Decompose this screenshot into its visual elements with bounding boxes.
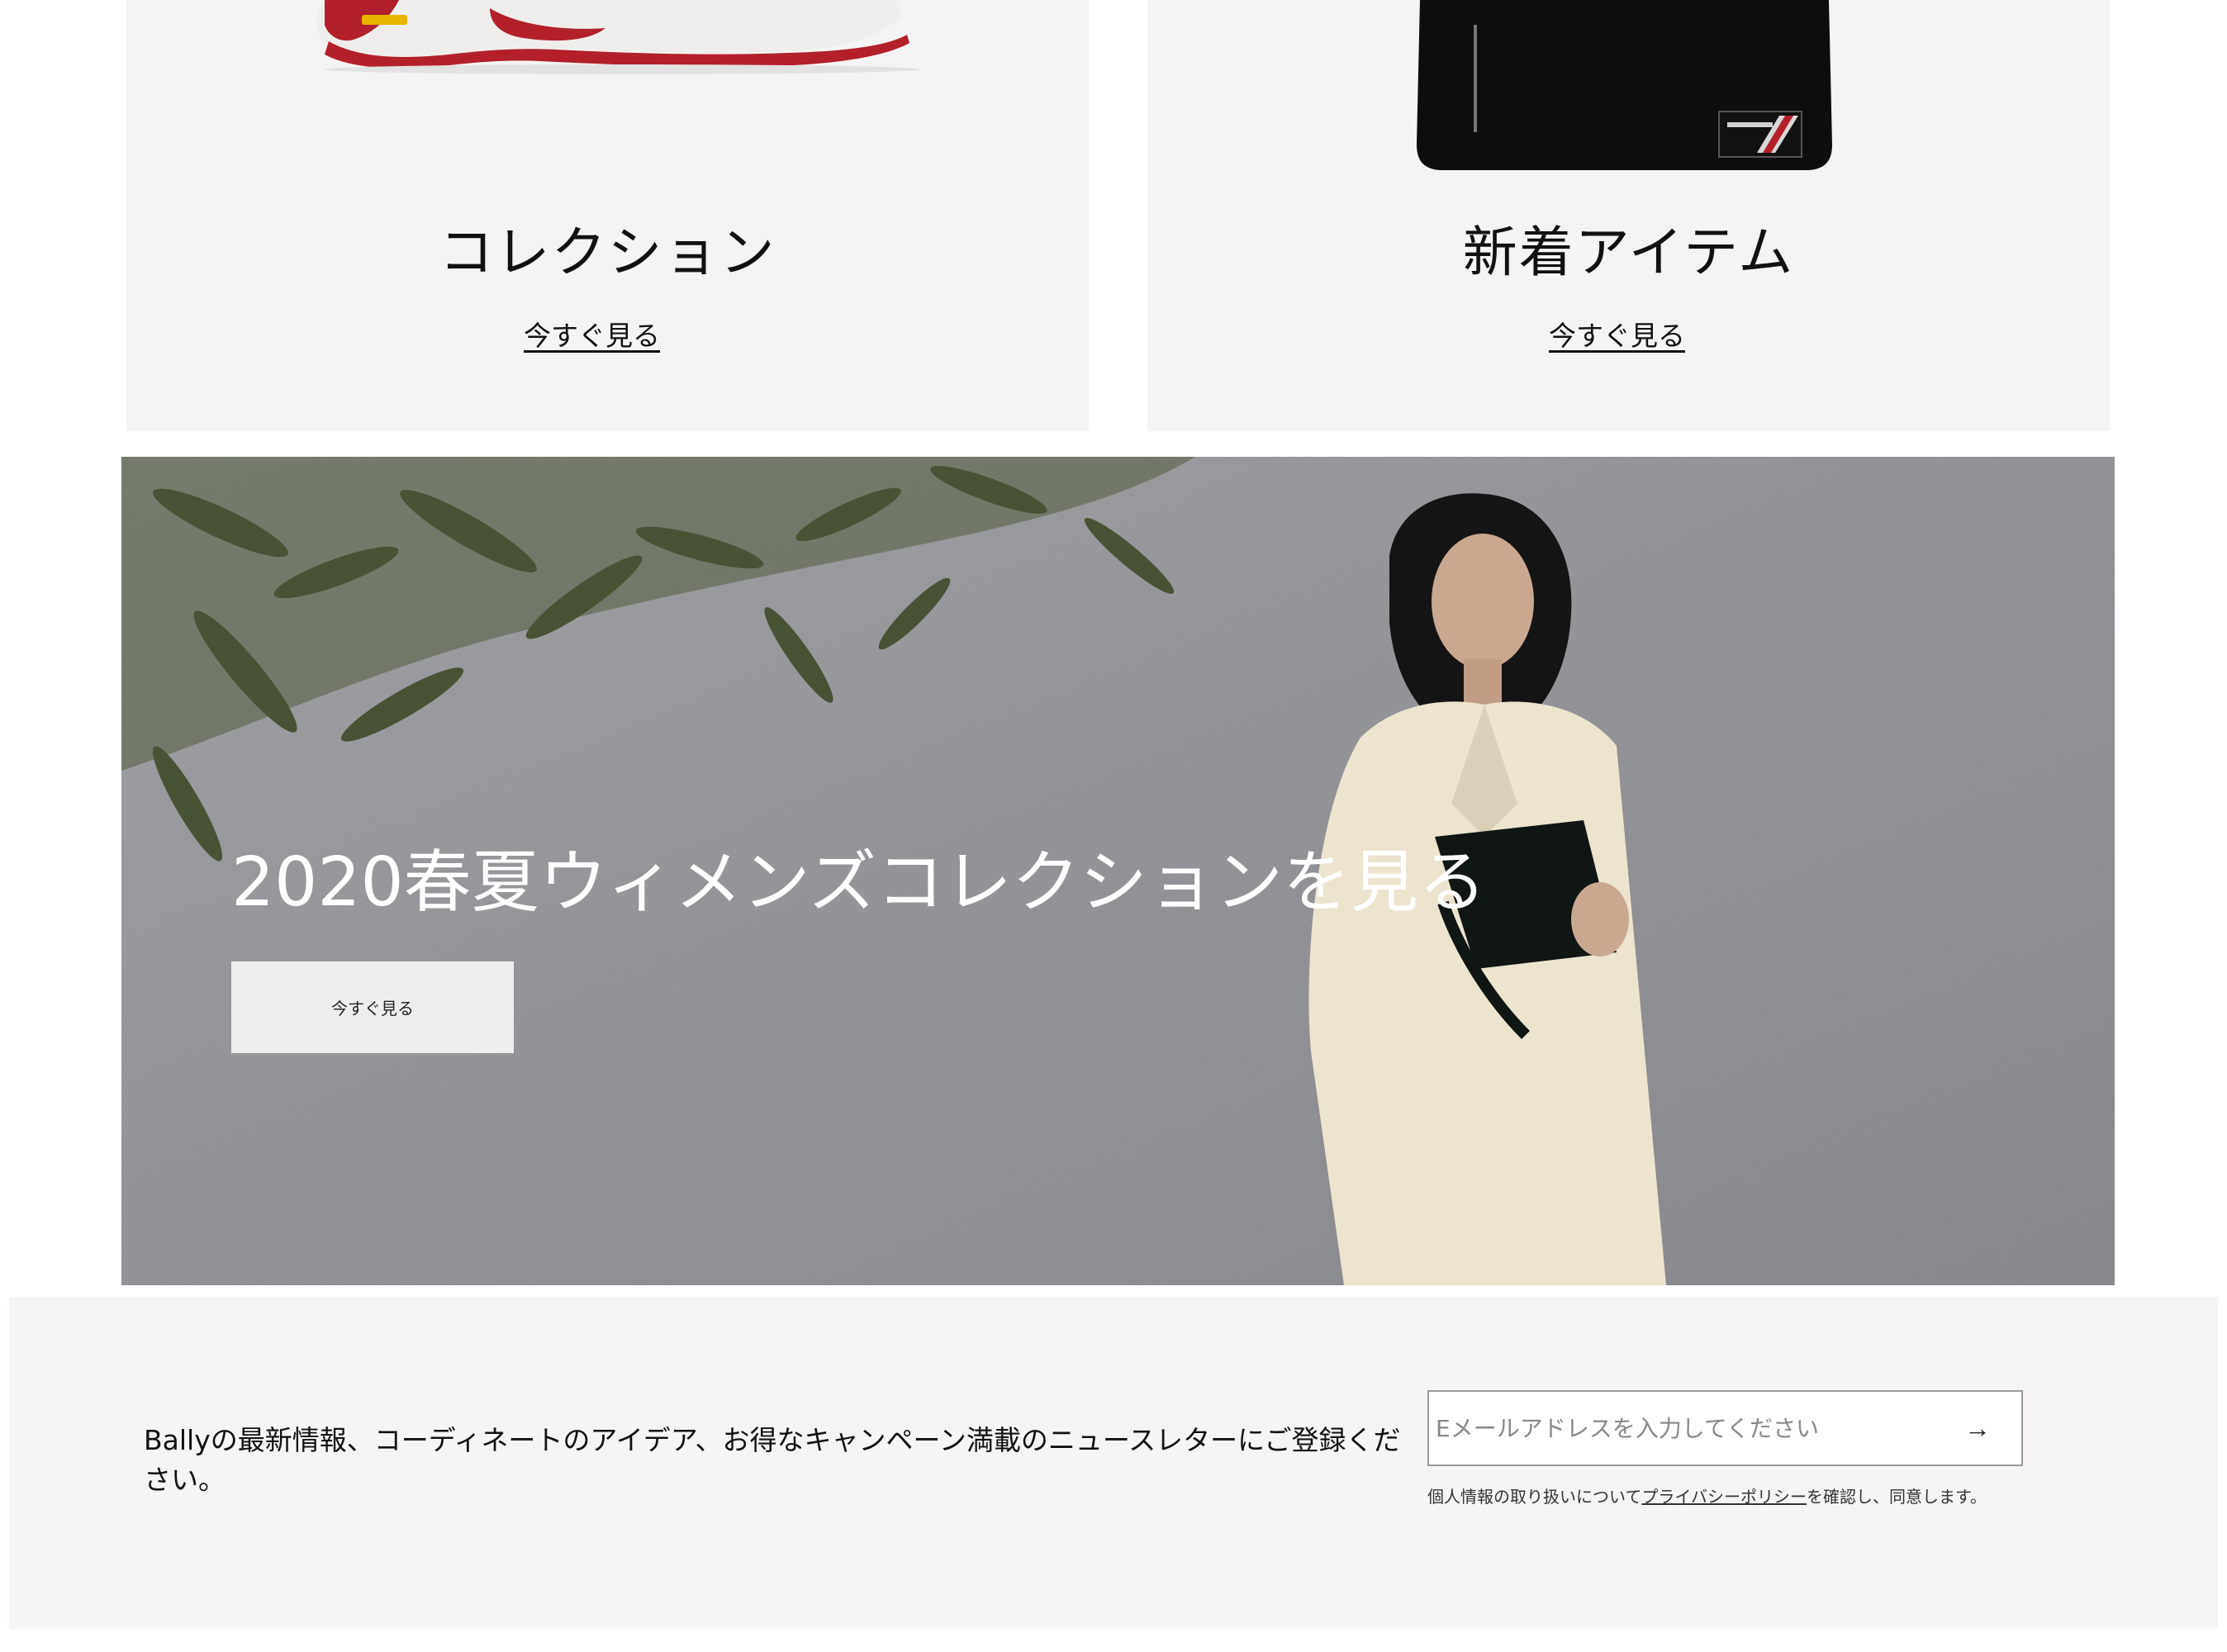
- tote-bag-image: [1417, 0, 1832, 170]
- email-form: →: [1427, 1390, 2023, 1466]
- card-title: コレクション: [439, 221, 776, 284]
- newsletter-description: Ballyの最新情報、コーディネートのアイデア、お得なキャンペーン満載のニュース…: [144, 1424, 1401, 1496]
- shop-now-link[interactable]: 今すぐ見る: [1147, 314, 2098, 354]
- hero-banner: 2020春夏ウィメンズコレクションを見る 今すぐ見る: [121, 457, 2115, 1285]
- new-items-card: 新着アイテム 今すぐ見る: [1147, 0, 2110, 431]
- sneaker-image: [316, 0, 919, 74]
- shop-now-button[interactable]: 今すぐ見る: [231, 961, 514, 1053]
- shop-now-link[interactable]: 今すぐ見る: [126, 314, 1073, 354]
- privacy-prefix: 個人情報の取り扱いについて: [1427, 1487, 1642, 1507]
- privacy-policy-link[interactable]: プライバシーポリシー: [1641, 1487, 1807, 1507]
- card-title: 新着アイテム: [1462, 221, 1795, 284]
- submit-arrow-icon[interactable]: →: [1957, 1410, 1998, 1446]
- newsletter-section: Ballyの最新情報、コーディネートのアイデア、お得なキャンペーン満載のニュース…: [9, 1297, 2218, 1629]
- hero-title: 2020春夏ウィメンズコレクションを見る: [231, 843, 1487, 922]
- collection-card: コレクション 今すぐ見る: [126, 0, 1089, 431]
- email-input[interactable]: [1429, 1392, 1941, 1464]
- privacy-note: 個人情報の取り扱いについてプライバシーポリシーを確認し、同意します。: [1427, 1483, 1987, 1507]
- privacy-suffix: を確認し、同意します。: [1807, 1487, 1987, 1507]
